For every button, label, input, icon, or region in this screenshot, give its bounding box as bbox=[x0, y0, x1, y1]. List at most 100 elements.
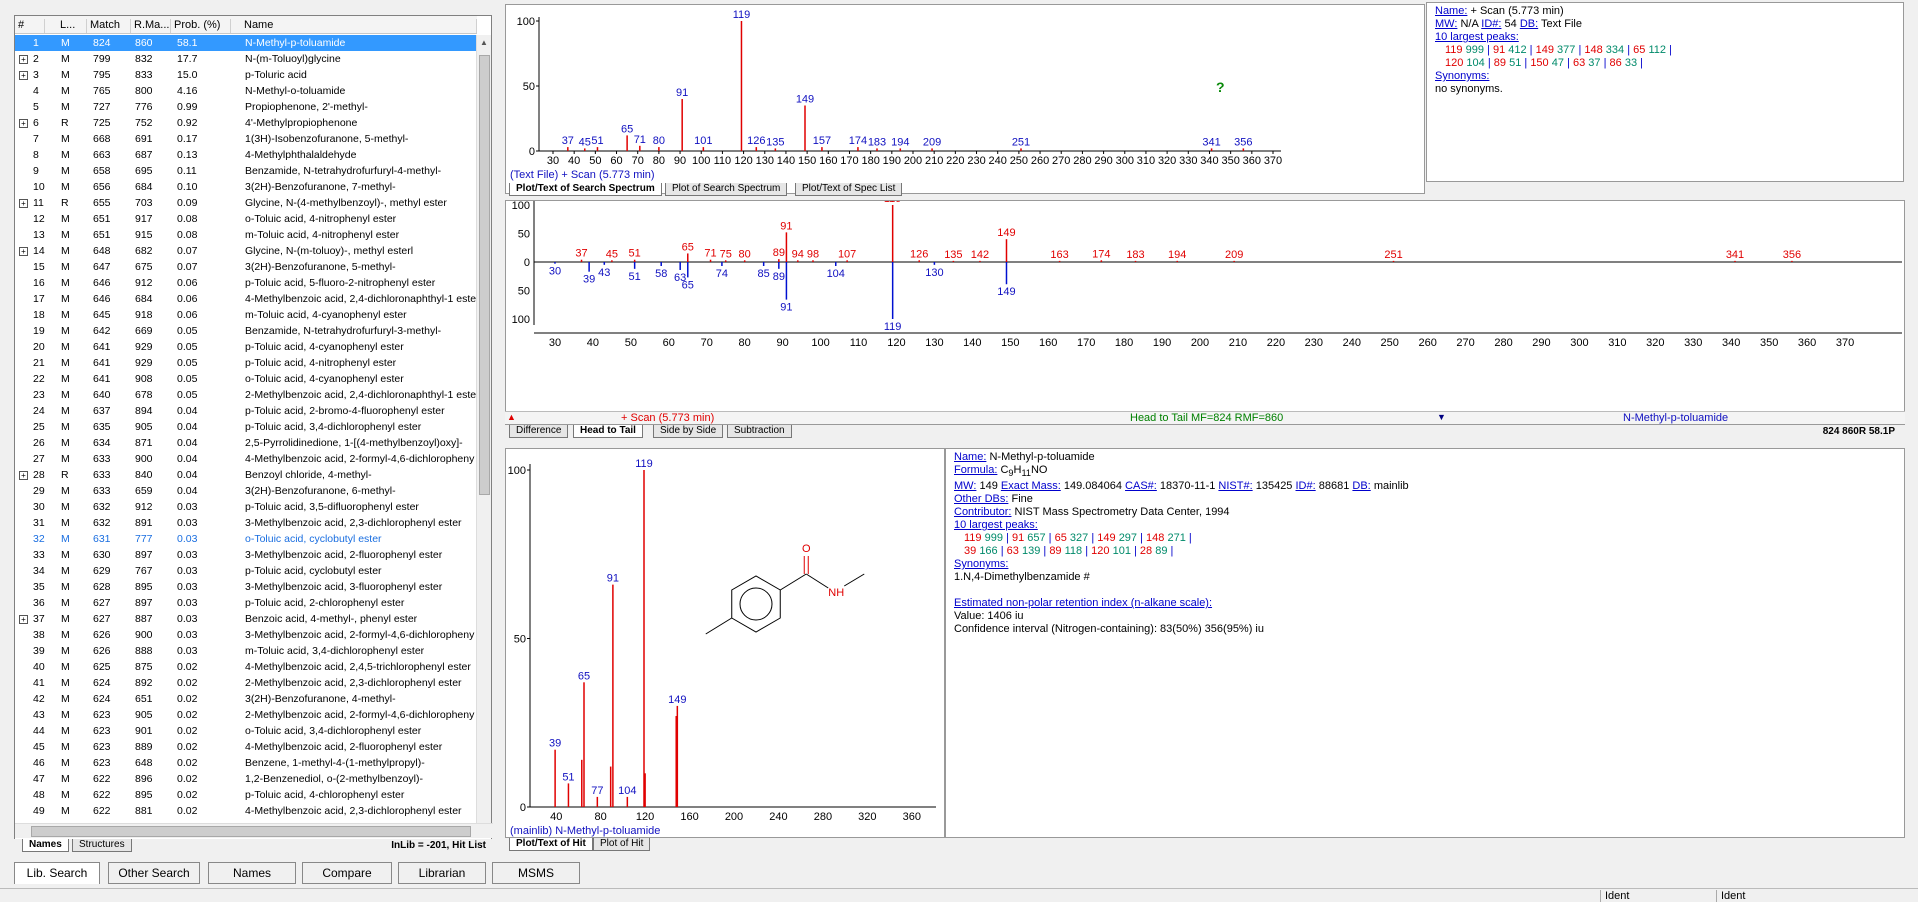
scan-peaks-label[interactable]: 10 largest peaks: bbox=[1435, 31, 1519, 43]
col-header-library[interactable]: L... bbox=[57, 19, 87, 33]
expand-icon[interactable]: + bbox=[19, 615, 28, 624]
hit-row[interactable]: 20 M 641 929 0.05 p-Toluic acid, 4-cyanopheny… bbox=[15, 339, 477, 355]
hit-row[interactable]: +2 M 799 832 17.7 N-(m-Toluoyl)glycine bbox=[15, 51, 477, 67]
hit-row[interactable]: 23 M 640 678 0.05 2-Methylbenzoic acid, 2,4-d… bbox=[15, 387, 477, 403]
tab-names[interactable]: Names bbox=[22, 839, 69, 852]
tab-structures[interactable]: Structures bbox=[72, 839, 132, 852]
hit-name-label[interactable]: Name: bbox=[954, 451, 986, 463]
tab-msms[interactable]: MSMS bbox=[492, 862, 580, 884]
scan-synonyms-label[interactable]: Synonyms: bbox=[1435, 70, 1489, 82]
expand-icon[interactable]: + bbox=[19, 71, 28, 80]
expand-icon[interactable]: + bbox=[19, 471, 28, 480]
scan-db-label[interactable]: DB: bbox=[1520, 18, 1538, 30]
hit-formula-label[interactable]: Formula: bbox=[954, 464, 997, 476]
tab-plot-hit[interactable]: Plot of Hit bbox=[593, 838, 651, 851]
hit-row[interactable]: 44 M 623 901 0.02 o-Toluic acid, 3,4-dichloro… bbox=[15, 723, 477, 739]
hit-row[interactable]: 47 M 622 896 0.02 1,2-Benzenediol, o-(2-methy… bbox=[15, 771, 477, 787]
hit-row[interactable]: 17 M 646 684 0.06 4-Methylbenzoic acid, 2,4-d… bbox=[15, 291, 477, 307]
tab-difference[interactable]: Difference bbox=[509, 425, 569, 438]
hit-row[interactable]: 45 M 623 889 0.02 4-Methylbenzoic acid, 2-flu… bbox=[15, 739, 477, 755]
help-question-icon[interactable]: ? bbox=[1216, 79, 1225, 95]
col-header-name[interactable]: Name bbox=[241, 19, 477, 33]
hit-row[interactable]: 43 M 623 905 0.02 2-Methylbenzoic acid, 2-for… bbox=[15, 707, 477, 723]
hit-cas-label[interactable]: CAS#: bbox=[1125, 480, 1157, 492]
hit-row[interactable]: 24 M 637 894 0.04 p-Toluic acid, 2-bromo-4-fl… bbox=[15, 403, 477, 419]
hit-row[interactable]: 15 M 647 675 0.07 3(2H)-Benzofuranone, 5-meth… bbox=[15, 259, 477, 275]
expand-icon[interactable]: + bbox=[19, 119, 28, 128]
hit-mw-label[interactable]: MW: bbox=[954, 480, 976, 492]
hit-row[interactable]: 7 M 668 691 0.17 1(3H)-Isobenzofuranone, 5-me… bbox=[15, 131, 477, 147]
tab-lib-search[interactable]: Lib. Search bbox=[14, 862, 100, 884]
hscroll-thumb[interactable] bbox=[31, 826, 471, 837]
scroll-left-icon[interactable]: ▲ bbox=[507, 412, 516, 422]
hit-row[interactable]: 36 M 627 897 0.03 p-Toluic acid, 2-chlorophen… bbox=[15, 595, 477, 611]
col-header-probability[interactable]: Prob. (%) bbox=[171, 19, 231, 33]
hit-row[interactable]: 1 M 824 860 58.1 N-Methyl-p-toluamide bbox=[15, 35, 477, 51]
scroll-down-icon[interactable]: ▼ bbox=[1437, 412, 1446, 422]
hit-exact-mass-label[interactable]: Exact Mass: bbox=[1001, 480, 1061, 492]
hit-id-label[interactable]: ID#: bbox=[1296, 480, 1316, 492]
hit-row[interactable]: 30 M 632 912 0.03 p-Toluic acid, 3,5-difluoro… bbox=[15, 499, 477, 515]
hit-row[interactable]: 48 M 622 895 0.02 p-Toluic acid, 4-chlorophen… bbox=[15, 787, 477, 803]
scan-name-label[interactable]: Name: bbox=[1435, 5, 1467, 17]
hit-row[interactable]: 8 M 663 687 0.13 4-Methylphthalaldehyde bbox=[15, 147, 477, 163]
col-header-reverse-match[interactable]: R.Ma... bbox=[131, 19, 171, 33]
hit-row[interactable]: 40 M 625 875 0.02 4-Methylbenzoic acid, 2,4,5… bbox=[15, 659, 477, 675]
hit-row[interactable]: 9 M 658 695 0.11 Benzamide, N-tetrahydrofurfu… bbox=[15, 163, 477, 179]
tab-plot-text-search[interactable]: Plot/Text of Search Spectrum bbox=[509, 183, 662, 196]
scroll-thumb[interactable] bbox=[479, 55, 490, 495]
hit-row[interactable]: 27 M 633 900 0.04 4-Methylbenzoic acid, 2-for… bbox=[15, 451, 477, 467]
hit-contributor-label[interactable]: Contributor: bbox=[954, 506, 1011, 518]
expand-icon[interactable]: + bbox=[19, 247, 28, 256]
hit-row[interactable]: 25 M 635 905 0.04 p-Toluic acid, 3,4-dichloro… bbox=[15, 419, 477, 435]
hit-row[interactable]: +6 R 725 752 0.92 4'-Methylpropiophenone bbox=[15, 115, 477, 131]
hit-row[interactable]: 21 M 641 929 0.05 p-Toluic acid, 4-nitropheny… bbox=[15, 355, 477, 371]
hit-row[interactable]: +14 M 648 682 0.07 Glycine, N-(m-toluoy)-, me… bbox=[15, 243, 477, 259]
hit-synonyms-label[interactable]: Synonyms: bbox=[954, 558, 1008, 570]
hit-row[interactable]: +3 M 795 833 15.0 p-Toluric acid bbox=[15, 67, 477, 83]
hit-list-horizontal-scrollbar[interactable] bbox=[15, 823, 493, 838]
tab-head-to-tail[interactable]: Head to Tail bbox=[573, 425, 643, 438]
hit-row[interactable]: 13 M 651 915 0.08 m-Toluic acid, 4-nitropheny… bbox=[15, 227, 477, 243]
expand-icon[interactable]: + bbox=[19, 199, 28, 208]
hit-row[interactable]: 39 M 626 888 0.03 m-Toluic acid, 3,4-dichloro… bbox=[15, 643, 477, 659]
hit-row[interactable]: +11 R 655 703 0.09 Glycine, N-(4-methylbenzoy… bbox=[15, 195, 477, 211]
hit-ri-label[interactable]: Estimated non-polar retention index (n-a… bbox=[954, 597, 1212, 609]
hit-peaks-label[interactable]: 10 largest peaks: bbox=[954, 519, 1038, 531]
hit-row[interactable]: 22 M 641 908 0.05 o-Toluic acid, 4-cyanopheny… bbox=[15, 371, 477, 387]
tab-compare[interactable]: Compare bbox=[302, 862, 392, 884]
hit-row[interactable]: 41 M 624 892 0.02 2-Methylbenzoic acid, 2,3-d… bbox=[15, 675, 477, 691]
hit-row[interactable]: 33 M 630 897 0.03 3-Methylbenzoic acid, 2-flu… bbox=[15, 547, 477, 563]
hit-row[interactable]: 49 M 622 881 0.02 4-Methylbenzoic acid, 2,3-d… bbox=[15, 803, 477, 819]
hit-other-dbs-label[interactable]: Other DBs: bbox=[954, 493, 1008, 505]
hit-row[interactable]: 46 M 623 648 0.02 Benzene, 1-methyl-4-(1-meth… bbox=[15, 755, 477, 771]
hit-row[interactable]: 18 M 645 918 0.06 m-Toluic acid, 4-cyanopheny… bbox=[15, 307, 477, 323]
hit-row[interactable]: +28 R 633 840 0.04 Benzoyl chloride, 4-methyl… bbox=[15, 467, 477, 483]
hit-row[interactable]: 38 M 626 900 0.03 3-Methylbenzoic acid, 2-for… bbox=[15, 627, 477, 643]
hit-row[interactable]: 32 M 631 777 0.03 o-Toluic acid, cyclobutyl e… bbox=[15, 531, 477, 547]
scroll-up-arrow-icon[interactable]: ▲ bbox=[480, 38, 488, 47]
col-header-match[interactable]: Match bbox=[87, 19, 131, 33]
hit-row[interactable]: 31 M 632 891 0.03 3-Methylbenzoic acid, 2,3-d… bbox=[15, 515, 477, 531]
tab-librarian[interactable]: Librarian bbox=[398, 862, 486, 884]
hit-row[interactable]: 29 M 633 659 0.04 3(2H)-Benzofuranone, 6-meth… bbox=[15, 483, 477, 499]
hit-row[interactable]: 16 M 646 912 0.06 p-Toluic acid, 5-fluoro-2-n… bbox=[15, 275, 477, 291]
tab-names-main[interactable]: Names bbox=[208, 862, 296, 884]
search-spectrum-plot[interactable]: 0 50 100 30 40 50 60 70 80 90 100 110 120 130 140 150 16… bbox=[506, 5, 1426, 193]
scan-id-label[interactable]: ID#: bbox=[1481, 18, 1501, 30]
tab-side-by-side[interactable]: Side by Side bbox=[653, 425, 724, 438]
hit-row[interactable]: 42 M 624 651 0.02 3(2H)-Benzofuranone, 4-meth… bbox=[15, 691, 477, 707]
hit-row[interactable]: +37 M 627 887 0.03 Benzoic acid, 4-methyl-, p… bbox=[15, 611, 477, 627]
hit-row[interactable]: 10 M 656 684 0.10 3(2H)-Benzofuranone, 7-meth… bbox=[15, 179, 477, 195]
hit-row[interactable]: 12 M 651 917 0.08 o-Toluic acid, 4-nitropheny… bbox=[15, 211, 477, 227]
hit-row[interactable]: 26 M 634 871 0.04 2,5-Pyrrolidinedione, 1-[(4… bbox=[15, 435, 477, 451]
expand-icon[interactable]: + bbox=[19, 55, 28, 64]
hit-spectrum-plot[interactable]: (mainlib) N-Methyl-p-toluamide 0 50 100 40 80… bbox=[506, 449, 946, 837]
tab-subtraction[interactable]: Subtraction bbox=[727, 425, 792, 438]
head-to-tail-plot[interactable]: 100 50 0 50 100 30 40 50 60 70 80 90 100 110 120 130 140… bbox=[506, 193, 1906, 423]
hit-row[interactable]: 5 M 727 776 0.99 Propiophenone, 2'-methyl- bbox=[15, 99, 477, 115]
hit-nist-label[interactable]: NIST#: bbox=[1218, 480, 1252, 492]
hit-row[interactable]: 19 M 642 669 0.05 Benzamide, N-tetrahydrofurf… bbox=[15, 323, 477, 339]
hit-row[interactable]: 4 M 765 800 4.16 N-Methyl-o-toluamide bbox=[15, 83, 477, 99]
hit-db-label[interactable]: DB: bbox=[1352, 480, 1370, 492]
